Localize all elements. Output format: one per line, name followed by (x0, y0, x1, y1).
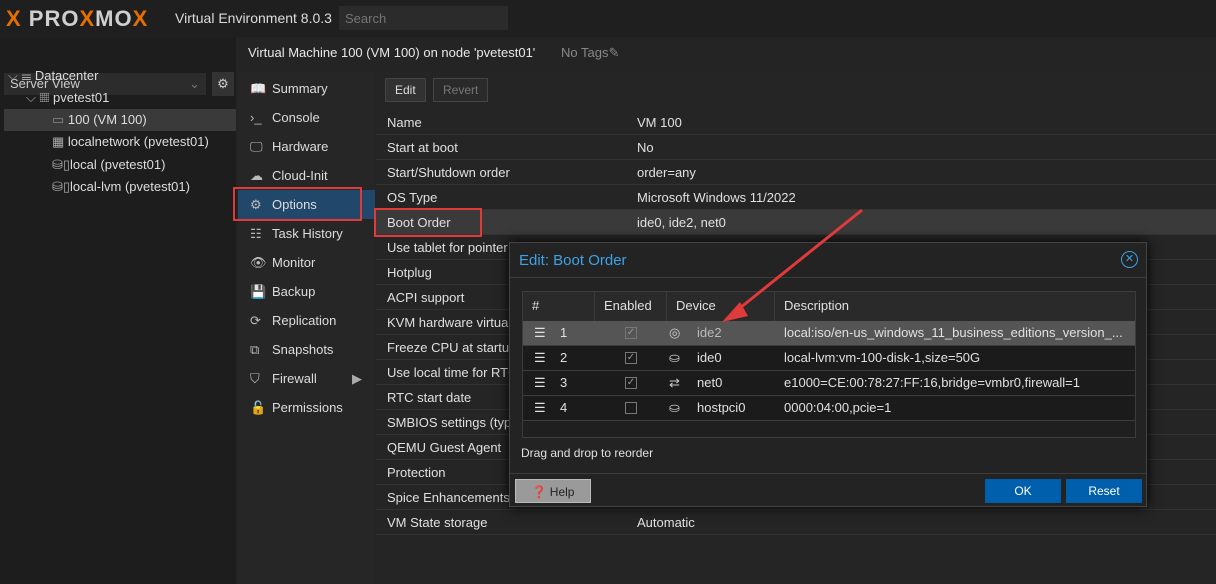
annotation-arrow (722, 208, 863, 322)
